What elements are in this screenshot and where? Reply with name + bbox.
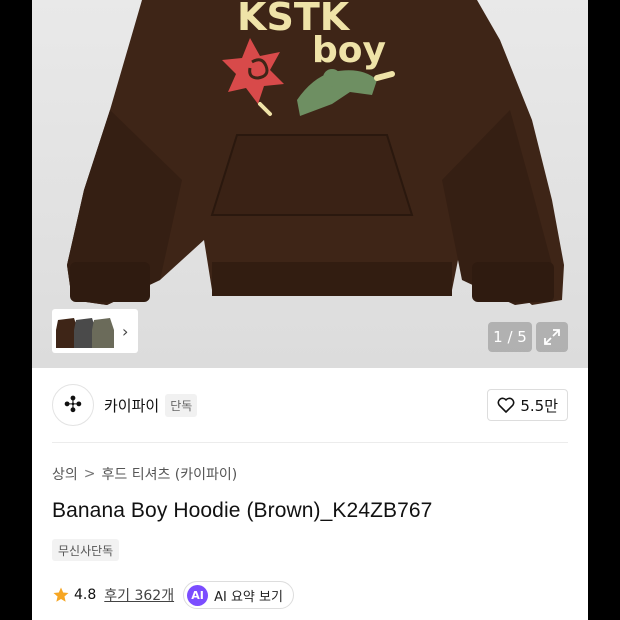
chevron-right-icon[interactable]: ›	[122, 322, 128, 341]
thumbnail-strip[interactable]: ›	[52, 309, 138, 353]
image-counter: 1 / 5	[488, 322, 532, 352]
breadcrumb-separator: >	[83, 466, 96, 482]
expand-icon	[544, 329, 560, 345]
hoodie-thumbnails[interactable]	[54, 312, 116, 350]
ai-summary-label: AI 요약 보기	[214, 589, 283, 605]
ai-badge-icon: AI	[187, 584, 209, 606]
divider	[52, 442, 568, 443]
brand-row: ✣ 카이파이 단독 5.5만	[32, 368, 588, 442]
star-icon	[53, 587, 69, 602]
ai-summary-button[interactable]: AI AI 요약 보기	[183, 581, 294, 609]
breadcrumb-subcategory[interactable]: 후드 티셔츠 (카이파이)	[102, 464, 238, 484]
exclusive-badge: 무신사단독	[52, 539, 120, 561]
rating-row: 4.8 후기 362개 AI AI 요약 보기	[52, 581, 294, 609]
breadcrumb: 상의 > 후드 티셔츠 (카이파이)	[52, 464, 237, 484]
brand-name[interactable]: 카이파이	[104, 395, 159, 416]
product-title: Banana Boy Hoodie (Brown)_K24ZB767	[52, 499, 433, 522]
heart-icon	[497, 397, 515, 413]
review-count-link[interactable]: 후기 362개	[104, 585, 174, 605]
rating-score: 4.8	[74, 587, 97, 603]
product-image-gallery[interactable]: KSTK boy › 1 / 5	[32, 0, 588, 368]
expand-button[interactable]	[536, 322, 568, 352]
graphic-text-2: boy	[312, 30, 386, 71]
like-button[interactable]: 5.5만	[487, 389, 568, 421]
breadcrumb-category[interactable]: 상의	[52, 464, 78, 484]
like-count: 5.5만	[520, 396, 558, 415]
brand-exclusive-tag: 단독	[165, 393, 198, 417]
brand-logo[interactable]: ✣	[52, 384, 94, 426]
product-page: KSTK boy › 1 / 5 ✣ 카이파이 단독 5.5만 상의 > 후드 …	[32, 0, 588, 620]
